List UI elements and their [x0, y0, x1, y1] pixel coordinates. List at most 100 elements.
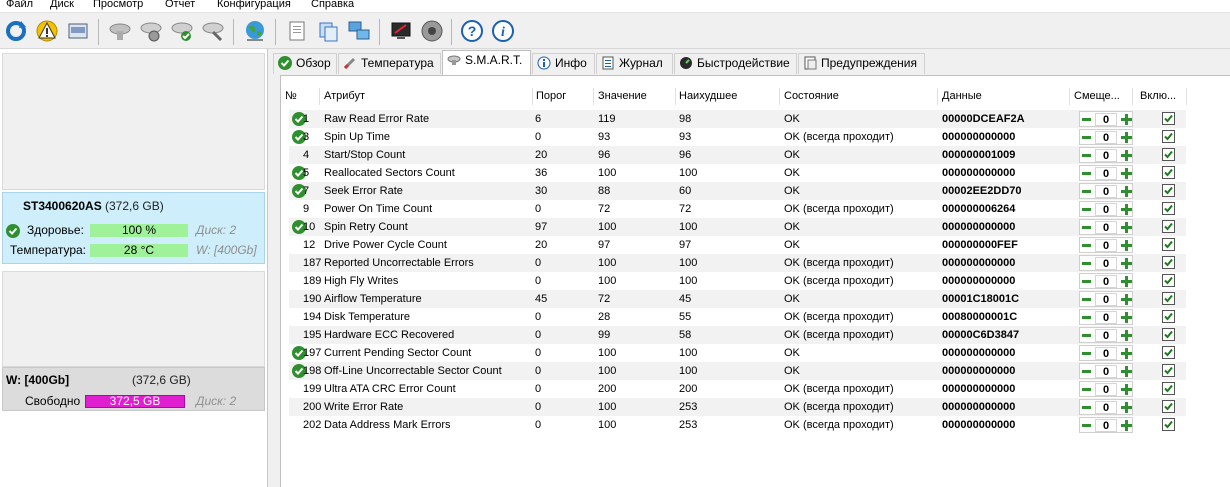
plus-icon[interactable] — [1121, 276, 1132, 287]
offset-stepper[interactable]: 0 — [1079, 345, 1133, 361]
offset-stepper[interactable]: 0 — [1079, 237, 1133, 253]
offset-value[interactable]: 0 — [1095, 239, 1117, 252]
offset-value[interactable]: 0 — [1095, 113, 1117, 126]
offset-value[interactable]: 0 — [1095, 257, 1117, 270]
minus-icon[interactable] — [1082, 406, 1091, 409]
plus-icon[interactable] — [1121, 330, 1132, 341]
tab-smart[interactable]: S.M.A.R.T. — [442, 50, 531, 75]
offset-stepper[interactable]: 0 — [1079, 363, 1133, 379]
speaker-icon[interactable] — [418, 17, 446, 45]
disk-card[interactable]: ST3400620AS (372,6 GB) Здоровье: 100 % Д… — [2, 53, 265, 264]
minus-icon[interactable] — [1082, 244, 1091, 247]
disk-check-icon[interactable] — [168, 17, 196, 45]
offset-stepper[interactable]: 0 — [1079, 255, 1133, 271]
plus-icon[interactable] — [1121, 258, 1132, 269]
enabled-checkbox[interactable] — [1162, 166, 1175, 179]
menu-help[interactable]: Справка — [311, 0, 354, 11]
table-row[interactable]: 198 Off-Line Uncorrectable Sector Count 0 1… — [289, 362, 1186, 380]
offset-value[interactable]: 0 — [1095, 185, 1117, 198]
offset-stepper[interactable]: 0 — [1079, 327, 1133, 343]
table-row[interactable]: 12 Drive Power Cycle Count 20 97 97 OK 0000000… — [289, 236, 1186, 254]
enabled-checkbox[interactable] — [1162, 202, 1175, 215]
enabled-checkbox[interactable] — [1162, 292, 1175, 305]
enabled-checkbox[interactable] — [1162, 112, 1175, 125]
offset-stepper[interactable]: 0 — [1079, 183, 1133, 199]
enabled-checkbox[interactable] — [1162, 310, 1175, 323]
network-icon[interactable] — [345, 17, 373, 45]
table-row[interactable]: 194 Disk Temperature 0 28 55 OK (всегда прохо… — [289, 308, 1186, 326]
table-row[interactable]: 10 Spin Retry Count 97 100 100 OK 000000000000… — [289, 218, 1186, 236]
minus-icon[interactable] — [1082, 280, 1091, 283]
plus-icon[interactable] — [1121, 240, 1132, 251]
minus-icon[interactable] — [1082, 316, 1091, 319]
offset-stepper[interactable]: 0 — [1079, 111, 1133, 127]
table-row[interactable]: 202 Data Address Mark Errors 0 100 253 OK (вс… — [289, 416, 1186, 434]
minus-icon[interactable] — [1082, 118, 1091, 121]
minus-icon[interactable] — [1082, 208, 1091, 211]
table-row[interactable]: 4 Start/Stop Count 20 96 96 OK 000000001009 0 — [289, 146, 1186, 164]
tab-warnings[interactable]: Предупреждения — [798, 53, 925, 74]
offset-value[interactable]: 0 — [1095, 275, 1117, 288]
plus-icon[interactable] — [1121, 132, 1132, 143]
copy-icon[interactable] — [314, 17, 342, 45]
warning-icon[interactable] — [33, 17, 61, 45]
plus-icon[interactable] — [1121, 384, 1132, 395]
offset-value[interactable]: 0 — [1095, 329, 1117, 342]
col-header-status[interactable]: Состояние — [784, 88, 839, 106]
enabled-checkbox[interactable] — [1162, 418, 1175, 431]
disk-gray-icon[interactable] — [106, 17, 134, 45]
table-row[interactable]: 1 Raw Read Error Rate 6 119 98 OK 00000DCEAF2A… — [289, 110, 1186, 128]
enabled-checkbox[interactable] — [1162, 220, 1175, 233]
plus-icon[interactable] — [1121, 348, 1132, 359]
col-header-threshold[interactable]: Порог — [536, 88, 566, 106]
enabled-checkbox[interactable] — [1162, 328, 1175, 341]
drive-icon[interactable] — [64, 17, 92, 45]
table-row[interactable]: 3 Spin Up Time 0 93 93 OK (всегда проходит) 00… — [289, 128, 1186, 146]
table-row[interactable]: 189 High Fly Writes 0 100 100 OK (всегда прох… — [289, 272, 1186, 290]
disk-tools-icon[interactable] — [199, 17, 227, 45]
menu-disk[interactable]: Диск — [50, 0, 74, 11]
offset-value[interactable]: 0 — [1095, 401, 1117, 414]
tab-performance[interactable]: Быстродействие — [674, 53, 797, 74]
tab-overview[interactable]: Обзор — [273, 53, 337, 74]
col-header-value[interactable]: Значение — [598, 88, 647, 106]
plus-icon[interactable] — [1121, 312, 1132, 323]
col-header-offset[interactable]: Смеще... — [1074, 88, 1120, 106]
plus-icon[interactable] — [1121, 222, 1132, 233]
offset-stepper[interactable]: 0 — [1079, 399, 1133, 415]
offset-stepper[interactable]: 0 — [1079, 147, 1133, 163]
table-row[interactable]: 195 Hardware ECC Recovered 0 99 58 OK (всегда… — [289, 326, 1186, 344]
offset-value[interactable]: 0 — [1095, 131, 1117, 144]
table-row[interactable]: 7 Seek Error Rate 30 88 60 OK 00002EE2DD70 0 — [289, 182, 1186, 200]
disk-settings-icon[interactable] — [137, 17, 165, 45]
offset-value[interactable]: 0 — [1095, 347, 1117, 360]
tab-temperature[interactable]: Температура — [338, 53, 441, 74]
col-header-attribute[interactable]: Атрибут — [324, 88, 365, 106]
enabled-checkbox[interactable] — [1162, 184, 1175, 197]
minus-icon[interactable] — [1082, 154, 1091, 157]
minus-icon[interactable] — [1082, 370, 1091, 373]
plus-icon[interactable] — [1121, 114, 1132, 125]
col-header-number[interactable]: № — [285, 88, 297, 106]
enabled-checkbox[interactable] — [1162, 130, 1175, 143]
col-header-enabled[interactable]: Вклю... — [1140, 88, 1176, 106]
table-row[interactable]: 190 Airflow Temperature 45 72 45 OK 00001C1800… — [289, 290, 1186, 308]
table-row[interactable]: 200 Write Error Rate 0 100 253 OK (всегда про… — [289, 398, 1186, 416]
minus-icon[interactable] — [1082, 388, 1091, 391]
offset-stepper[interactable]: 0 — [1079, 309, 1133, 325]
offset-value[interactable]: 0 — [1095, 365, 1117, 378]
volume-card[interactable]: W: [400Gb] (372,6 GB) Свободно 372,5 GB … — [2, 271, 265, 411]
plus-icon[interactable] — [1121, 366, 1132, 377]
tab-journal[interactable]: Журнал — [596, 53, 673, 74]
info-icon[interactable]: i — [489, 17, 517, 45]
minus-icon[interactable] — [1082, 424, 1091, 427]
plus-icon[interactable] — [1121, 204, 1132, 215]
offset-stepper[interactable]: 0 — [1079, 165, 1133, 181]
offset-value[interactable]: 0 — [1095, 419, 1117, 432]
table-row[interactable]: 199 Ultra ATA CRC Error Count 0 200 200 OK (в… — [289, 380, 1186, 398]
menu-view[interactable]: Просмотр — [93, 0, 143, 11]
table-row[interactable]: 5 Reallocated Sectors Count 36 100 100 OK 0000… — [289, 164, 1186, 182]
offset-stepper[interactable]: 0 — [1079, 273, 1133, 289]
menu-config[interactable]: Конфигурация — [217, 0, 291, 11]
plus-icon[interactable] — [1121, 402, 1132, 413]
